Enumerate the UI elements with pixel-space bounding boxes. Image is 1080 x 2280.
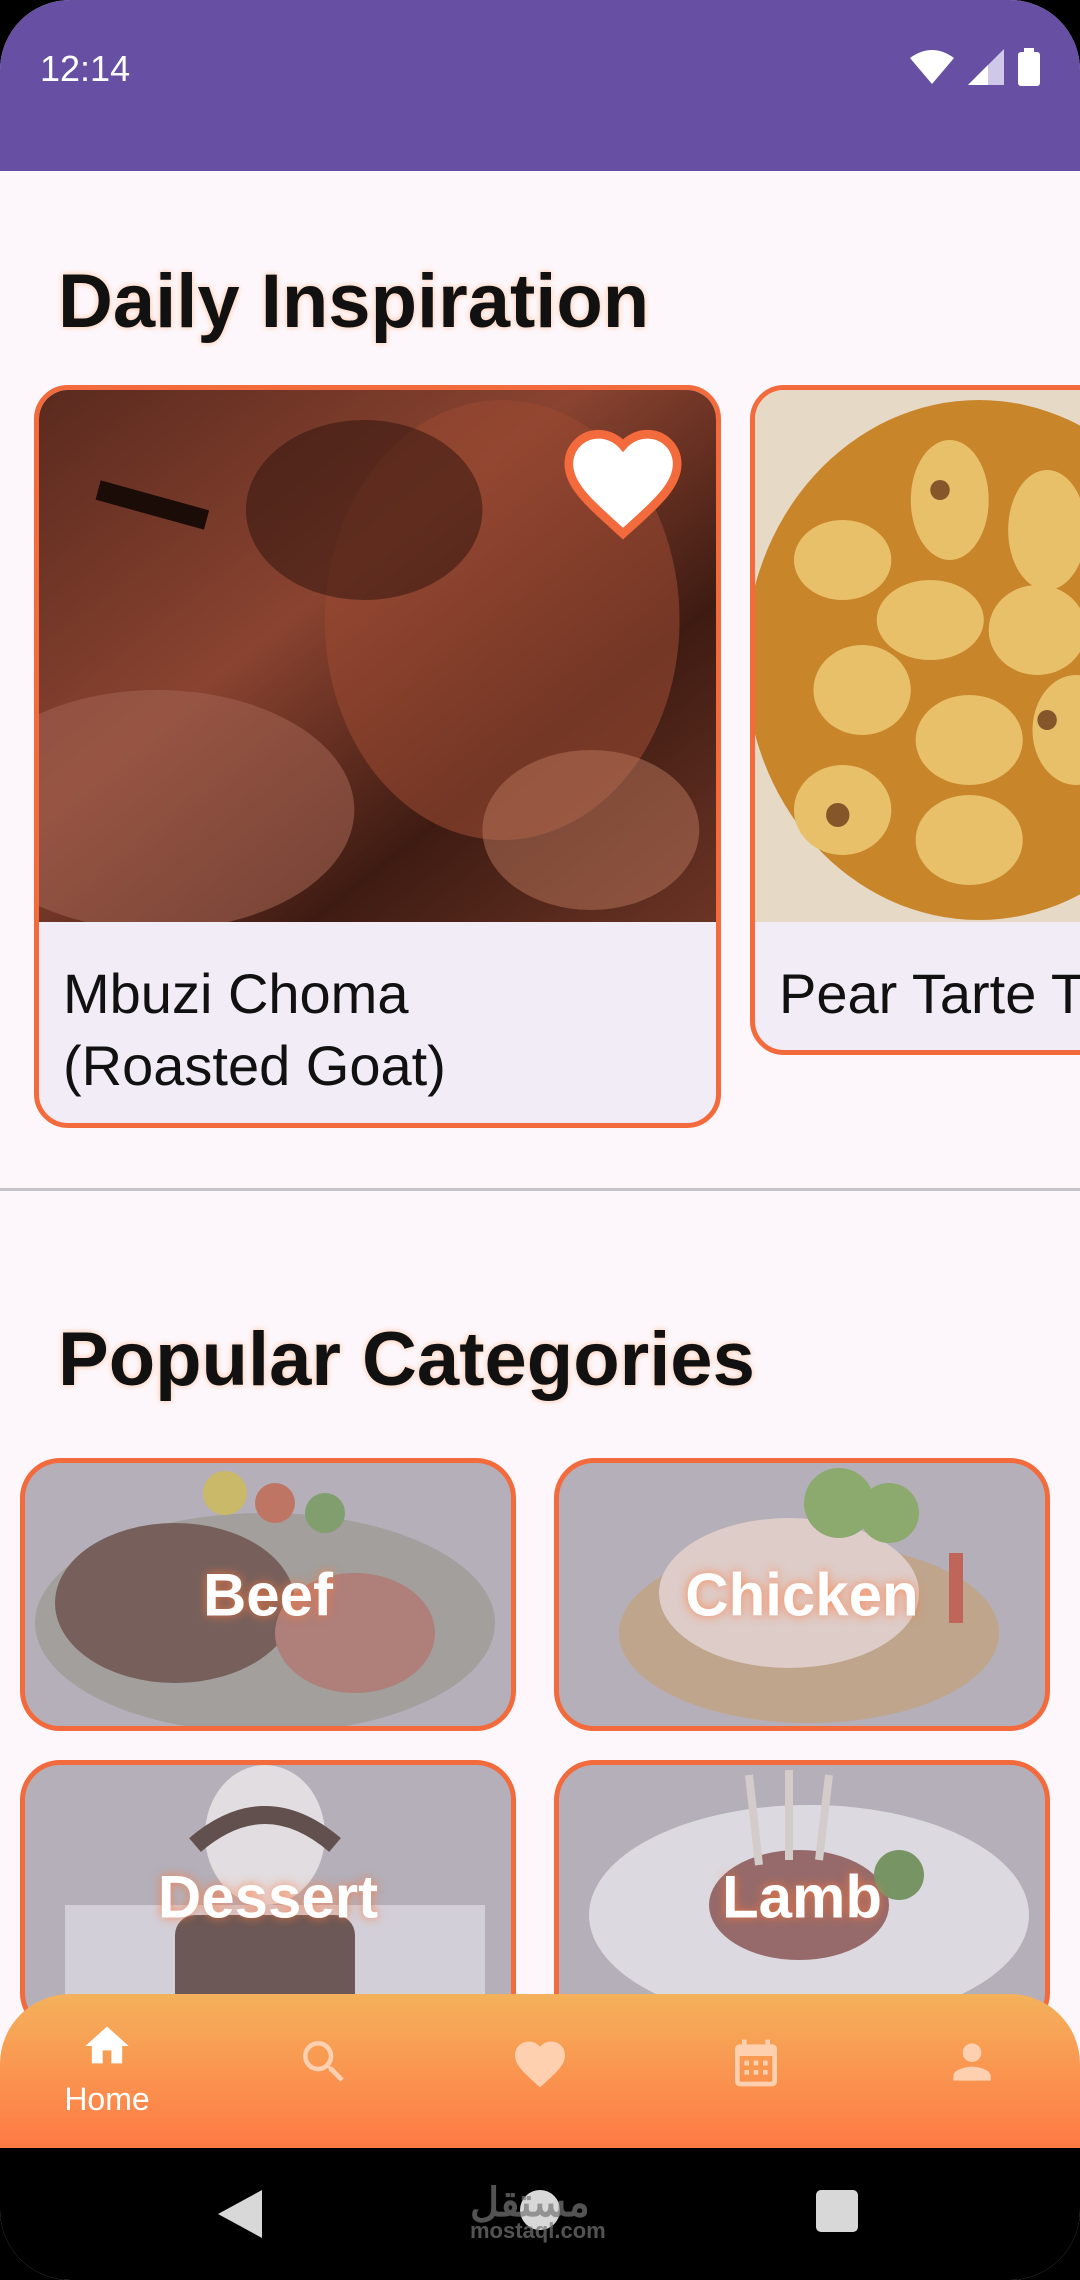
recipe-card-pear-tarte[interactable]: Pear Tarte T	[750, 385, 1080, 1055]
search-icon	[303, 2041, 344, 2082]
nav-favorites[interactable]	[470, 2034, 610, 2099]
recipe-image	[755, 390, 1080, 922]
category-label: Lamb	[721, 1863, 883, 1930]
status-icons	[910, 48, 1040, 86]
bottom-navigation: Home	[0, 1994, 1080, 2148]
watermark-subtext: mostaql.com	[470, 2218, 606, 2243]
nav-calendar[interactable]	[686, 2034, 826, 2097]
category-lamb[interactable]: Lamb	[554, 1760, 1050, 2033]
recipe-title-line2: (Roasted Goat)	[63, 1034, 446, 1097]
heart-icon	[515, 2041, 565, 2088]
back-icon[interactable]	[218, 2190, 262, 2238]
recents-icon[interactable]	[816, 2190, 858, 2232]
nav-home[interactable]: Home	[37, 2020, 177, 2118]
favorite-heart-icon[interactable]	[558, 418, 688, 548]
status-time: 12:14	[40, 48, 131, 89]
wifi-icon	[910, 50, 954, 84]
nav-search[interactable]	[254, 2034, 394, 2095]
home-icon	[85, 2026, 129, 2064]
app-screen: 12:14 Daily Inspiration Mbuzi Choma (Roa…	[0, 0, 1080, 2280]
recipe-title: Mbuzi Choma (Roasted Goat)	[63, 958, 446, 1102]
recipe-title-line1: Mbuzi Choma	[63, 962, 409, 1025]
battery-icon	[1018, 48, 1040, 86]
cell-signal-icon	[968, 49, 1004, 85]
category-dessert[interactable]: Dessert	[20, 1760, 516, 2033]
popular-categories-title: Popular Categories	[58, 1317, 755, 1402]
category-label: Dessert	[157, 1863, 379, 1930]
nav-profile[interactable]	[902, 2034, 1042, 2095]
category-beef[interactable]: Beef	[20, 1458, 516, 1731]
recipe-title: Pear Tarte T	[779, 962, 1080, 1025]
section-divider	[0, 1188, 1080, 1191]
watermark: مستقل mostaql.com	[470, 2180, 606, 2244]
recipe-card-mbuzi-choma[interactable]: Mbuzi Choma (Roasted Goat)	[34, 385, 721, 1128]
category-chicken[interactable]: Chicken	[554, 1458, 1050, 1731]
person-icon	[953, 2043, 991, 2081]
calendar-icon	[735, 2039, 777, 2087]
category-label: Chicken	[685, 1561, 919, 1628]
daily-inspiration-title: Daily Inspiration	[58, 259, 650, 344]
nav-home-label: Home	[64, 2081, 150, 2117]
category-label: Beef	[202, 1561, 334, 1628]
status-bar: 12:14	[0, 0, 1080, 171]
